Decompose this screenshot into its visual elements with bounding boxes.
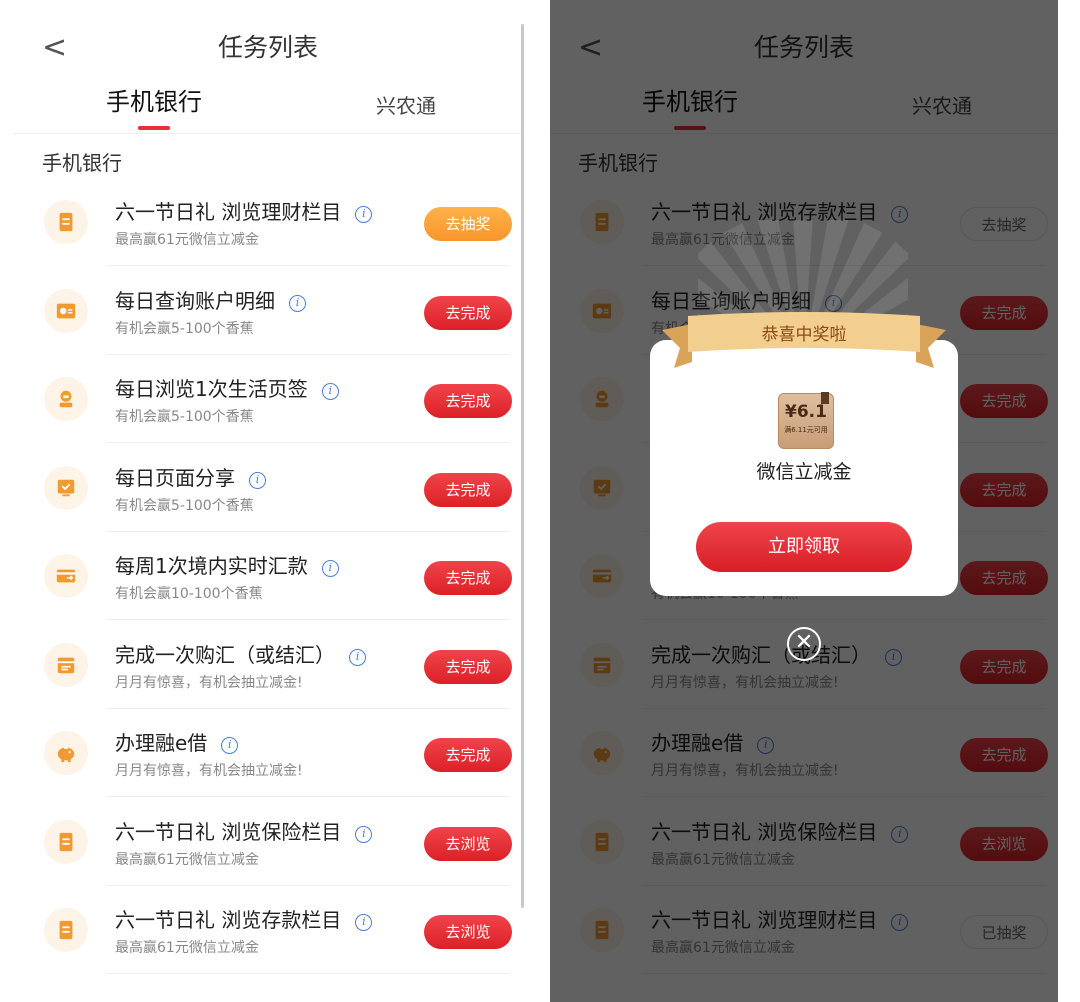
- tab-mobile-banking[interactable]: 手机银行: [106, 82, 202, 122]
- ribbon-title: 恭喜中奖啦: [761, 325, 847, 345]
- task-action-button[interactable]: 去完成: [424, 738, 512, 772]
- task-action-button[interactable]: 去抽奖: [424, 207, 512, 241]
- life-avatar-icon: [44, 377, 88, 421]
- task-reward-text: 最高赢61元微信立减金: [115, 232, 259, 248]
- close-icon[interactable]: ✕: [787, 627, 821, 661]
- tab-xingnongtong[interactable]: 兴农通: [376, 86, 436, 126]
- info-icon[interactable]: i: [355, 206, 373, 223]
- task-action-button[interactable]: 去完成: [424, 649, 512, 684]
- piggy-bank-icon: [44, 731, 88, 775]
- scrollbar[interactable]: [521, 24, 524, 908]
- task-title: 完成一次购汇（或结汇） i: [115, 641, 366, 669]
- task-title-text: 办理融e借: [115, 731, 208, 755]
- task-title-text: 六一节日礼 浏览理财栏目: [115, 200, 342, 224]
- task-title-text: 每日浏览1次生活页签: [115, 377, 308, 401]
- task-action-button[interactable]: 去浏览: [424, 826, 512, 861]
- bookmark-icon: [821, 392, 829, 404]
- task-reward-text: 月月有惊喜，有机会抽立减金!: [115, 763, 303, 779]
- task-row: 完成一次购汇（或结汇） i 月月有惊喜，有机会抽立减金! 去完成: [14, 621, 522, 709]
- task-title-text: 六一节日礼 浏览存款栏目: [115, 908, 342, 932]
- info-icon[interactable]: i: [349, 648, 366, 666]
- active-tab-indicator: [138, 126, 170, 130]
- task-action-button[interactable]: 去完成: [424, 472, 512, 507]
- page-title: 任务列表: [217, 33, 318, 62]
- task-row: 每日浏览1次生活页签 i 有机会赢5-100个香蕉 去完成: [14, 355, 522, 443]
- nav-bar: <任务列表: [14, 0, 522, 88]
- document-icon: [44, 908, 88, 952]
- claim-button[interactable]: 立即领取: [696, 522, 912, 572]
- tab-bar: 手机银行 兴农通: [14, 82, 522, 134]
- task-reward-text: 最高赢61元微信立减金: [115, 851, 259, 868]
- task-title: 每日浏览1次生活页签 i: [115, 375, 339, 403]
- info-icon[interactable]: i: [221, 737, 239, 754]
- account-card-icon: [44, 288, 88, 333]
- document-icon: [44, 200, 88, 244]
- task-reward-text: 最高赢61元微信立减金: [115, 940, 259, 956]
- info-icon[interactable]: i: [355, 825, 373, 843]
- coupon-image: ¥6.1 满6.11元可用: [778, 392, 834, 449]
- task-title-text: 完成一次购汇（或结汇）: [115, 642, 335, 667]
- task-title-text: 每日页面分享: [115, 465, 235, 490]
- task-reward-text: 有机会赢10-100个香蕉: [115, 586, 263, 602]
- info-icon[interactable]: i: [249, 471, 266, 489]
- task-row: 办理融e借 i 月月有惊喜，有机会抽立减金! 去完成: [14, 709, 522, 797]
- task-row: 六一节日礼 浏览理财栏目 i 最高赢61元微信立减金 去抽奖: [14, 178, 522, 266]
- task-title: 办理融e借 i: [115, 729, 239, 757]
- info-icon[interactable]: i: [355, 914, 373, 931]
- share-screen-icon: [44, 465, 88, 510]
- section-title: 手机银行: [42, 151, 122, 175]
- exchange-wallet-icon: [44, 642, 88, 687]
- task-reward-text: 月月有惊喜，有机会抽立减金!: [115, 674, 303, 691]
- task-title: 每周1次境内实时汇款 i: [115, 552, 339, 580]
- task-reward-text: 有机会赢5-100个香蕉: [115, 497, 254, 514]
- info-icon[interactable]: i: [321, 383, 339, 400]
- coupon-condition: 满6.11元可用: [784, 426, 828, 434]
- task-row: 每日页面分享 i 有机会赢5-100个香蕉 去完成: [14, 444, 522, 532]
- task-reward-text: 有机会赢5-100个香蕉: [115, 409, 254, 425]
- task-row: 六一节日礼 浏览保险栏目 i 最高赢61元微信立减金 去浏览: [14, 798, 522, 886]
- transfer-card-icon: [44, 554, 88, 598]
- task-action-button[interactable]: 去浏览: [424, 915, 512, 949]
- task-action-button[interactable]: 去完成: [424, 384, 512, 418]
- document-icon: [44, 819, 88, 864]
- task-list-screen-right: <任务列表手机银行兴农通手机银行六一节日礼 浏览存款栏目i最高赢61元微信立减金…: [550, 0, 1058, 1002]
- info-icon[interactable]: i: [321, 560, 339, 577]
- task-title-text: 每日查询账户明细: [115, 288, 275, 313]
- task-list-screen-left: < 任务列表 手机银行 兴农通 手机银行 六一节日礼 浏览理财栏目 i 最高赢61元微信立减金…: [14, 0, 522, 1002]
- row-divider: [106, 973, 510, 974]
- coupon-amount: ¥6.1: [785, 402, 827, 422]
- task-title: 六一节日礼 浏览存款栏目 i: [115, 906, 373, 934]
- task-reward-text: 有机会赢5-100个香蕉: [115, 320, 254, 337]
- task-title-text: 每周1次境内实时汇款: [115, 554, 308, 578]
- task-title: 六一节日礼 浏览理财栏目 i: [115, 198, 373, 226]
- task-title: 每日查询账户明细 i: [115, 287, 306, 315]
- prize-name: 微信立减金: [756, 461, 852, 483]
- task-row: 六一节日礼 浏览存款栏目 i 最高赢61元微信立减金 去浏览: [14, 886, 522, 974]
- task-row: 每日查询账户明细 i 有机会赢5-100个香蕉 去完成: [14, 267, 522, 355]
- task-row: 每周1次境内实时汇款 i 有机会赢10-100个香蕉 去完成: [14, 532, 522, 620]
- task-title: 六一节日礼 浏览保险栏目 i: [115, 818, 373, 846]
- info-icon[interactable]: i: [289, 294, 306, 312]
- task-title: 每日页面分享 i: [115, 464, 266, 492]
- task-action-button[interactable]: 去完成: [424, 295, 512, 330]
- task-title-text: 六一节日礼 浏览保险栏目: [115, 819, 342, 844]
- task-action-button[interactable]: 去完成: [424, 561, 512, 595]
